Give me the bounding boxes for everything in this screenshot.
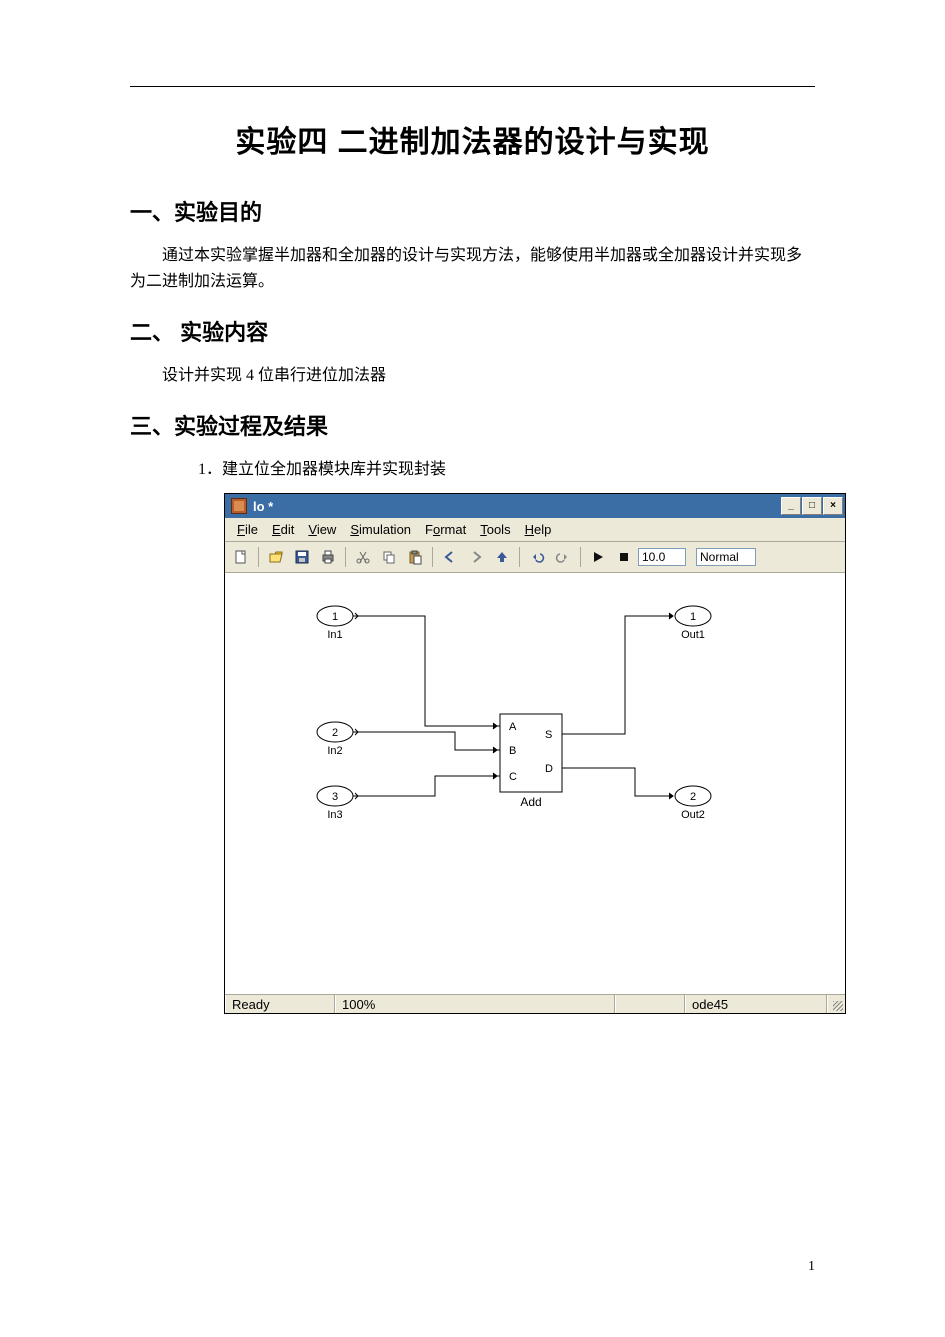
undo-icon[interactable]: [525, 545, 549, 569]
forward-icon[interactable]: [464, 545, 488, 569]
section3-heading: 三、实验过程及结果: [130, 409, 815, 441]
menu-format[interactable]: Format: [419, 520, 472, 539]
stop-icon[interactable]: [612, 545, 636, 569]
svg-text:1: 1: [690, 611, 696, 623]
status-zoom: 100%: [335, 995, 615, 1013]
status-solver: ode45: [685, 995, 827, 1013]
svg-text:Out2: Out2: [681, 809, 705, 821]
svg-text:S: S: [545, 729, 552, 741]
open-icon[interactable]: [264, 545, 288, 569]
new-icon[interactable]: [229, 545, 253, 569]
back-icon[interactable]: [438, 545, 462, 569]
svg-text:In1: In1: [327, 629, 342, 641]
out1-block[interactable]: 1 Out1: [675, 606, 711, 641]
menu-help[interactable]: Help: [519, 520, 558, 539]
status-ready: Ready: [225, 995, 335, 1013]
page-title: 实验四 二进制加法器的设计与实现: [130, 117, 815, 161]
svg-text:2: 2: [332, 727, 338, 739]
play-icon[interactable]: [586, 545, 610, 569]
menu-bar: File Edit View Simulation Format Tools H…: [225, 518, 845, 542]
horizontal-rule: [130, 86, 815, 87]
app-icon: [231, 498, 247, 514]
simulink-window: lo * _ □ × File Edit View Simulation For…: [224, 493, 846, 1014]
section1-body: 通过本实验掌握半加器和全加器的设计与实现方法，能够使用半加器或全加器设计并实现多…: [130, 243, 815, 295]
titlebar[interactable]: lo * _ □ ×: [225, 494, 845, 518]
add-block[interactable]: A B C S D Add: [497, 714, 565, 809]
minimize-button[interactable]: _: [781, 497, 801, 515]
maximize-button[interactable]: □: [802, 497, 822, 515]
page-number: 1: [808, 1259, 815, 1275]
copy-icon[interactable]: [377, 545, 401, 569]
menu-edit[interactable]: Edit: [266, 520, 300, 539]
in2-block[interactable]: 2 In2: [317, 722, 358, 757]
svg-text:Add: Add: [520, 795, 541, 809]
section2-body: 设计并实现 4 位串行进位加法器: [130, 363, 815, 389]
toolbar: [225, 542, 845, 573]
menu-file[interactable]: File: [231, 520, 264, 539]
stop-time-input[interactable]: [638, 548, 686, 566]
mode-select[interactable]: [696, 548, 756, 566]
model-canvas[interactable]: 1 In1 2 In2 3 In3: [225, 573, 845, 994]
menu-tools[interactable]: Tools: [474, 520, 516, 539]
up-icon[interactable]: [490, 545, 514, 569]
cut-icon[interactable]: [351, 545, 375, 569]
svg-text:C: C: [509, 771, 517, 783]
step1: 1．建立位全加器模块库并实现封装: [198, 457, 815, 483]
print-icon[interactable]: [316, 545, 340, 569]
svg-text:B: B: [509, 745, 516, 757]
redo-icon[interactable]: [551, 545, 575, 569]
svg-text:1: 1: [332, 611, 338, 623]
out2-block[interactable]: 2 Out2: [675, 786, 711, 821]
menu-simulation[interactable]: Simulation: [344, 520, 417, 539]
svg-text:3: 3: [332, 791, 338, 803]
in3-block[interactable]: 3 In3: [317, 786, 358, 821]
section1-heading: 一、实验目的: [130, 195, 815, 227]
in1-block[interactable]: 1 In1: [317, 606, 358, 641]
status-empty: [615, 995, 685, 1013]
svg-text:Out1: Out1: [681, 629, 705, 641]
status-bar: Ready 100% ode45: [225, 994, 845, 1013]
save-icon[interactable]: [290, 545, 314, 569]
window-title: lo *: [253, 499, 273, 514]
svg-text:In3: In3: [327, 809, 342, 821]
menu-view[interactable]: View: [302, 520, 342, 539]
svg-text:A: A: [509, 721, 517, 733]
resize-grip-icon[interactable]: [827, 995, 845, 1013]
paste-icon[interactable]: [403, 545, 427, 569]
close-button[interactable]: ×: [823, 497, 843, 515]
section2-heading: 二、 实验内容: [130, 315, 815, 347]
svg-text:2: 2: [690, 791, 696, 803]
svg-text:In2: In2: [327, 745, 342, 757]
svg-text:D: D: [545, 763, 553, 775]
